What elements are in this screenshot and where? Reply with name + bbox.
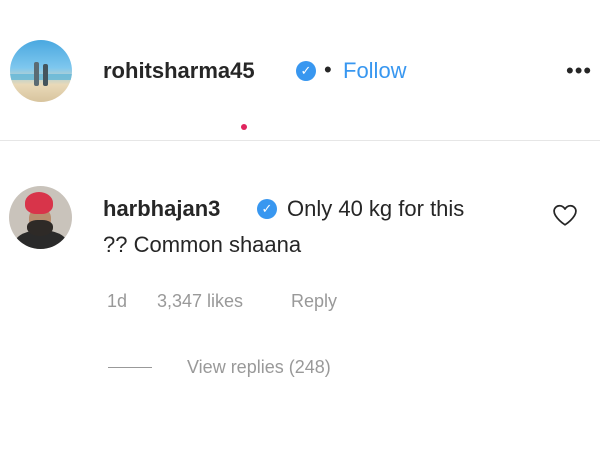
notification-dot <box>241 124 247 130</box>
separator-dot: • <box>324 57 332 82</box>
comment-likes[interactable]: 3,347 likes <box>157 291 243 312</box>
verified-badge-icon: ✓ <box>257 199 277 219</box>
owner-avatar[interactable] <box>10 40 72 102</box>
owner-username[interactable]: rohitsharma45 <box>103 58 255 84</box>
comment-text-line1: Only 40 kg for this <box>287 196 465 221</box>
comment-text-line2: ?? Common shaana <box>103 232 302 257</box>
commenter-username[interactable]: harbhajan3 <box>103 196 220 222</box>
heart-outline-icon[interactable] <box>551 203 579 227</box>
view-replies-button[interactable]: View replies (248) <box>187 357 331 378</box>
commenter-avatar[interactable] <box>9 186 72 249</box>
more-options-icon[interactable]: ••• <box>566 58 592 84</box>
post-header: rohitsharma45 ✓ • Follow ••• <box>0 0 600 141</box>
comment-time: 1d <box>107 291 128 311</box>
verified-badge-icon: ✓ <box>296 61 316 81</box>
follow-button[interactable]: Follow <box>343 58 407 84</box>
replies-divider <box>108 367 152 368</box>
reply-button[interactable]: Reply <box>291 291 337 312</box>
